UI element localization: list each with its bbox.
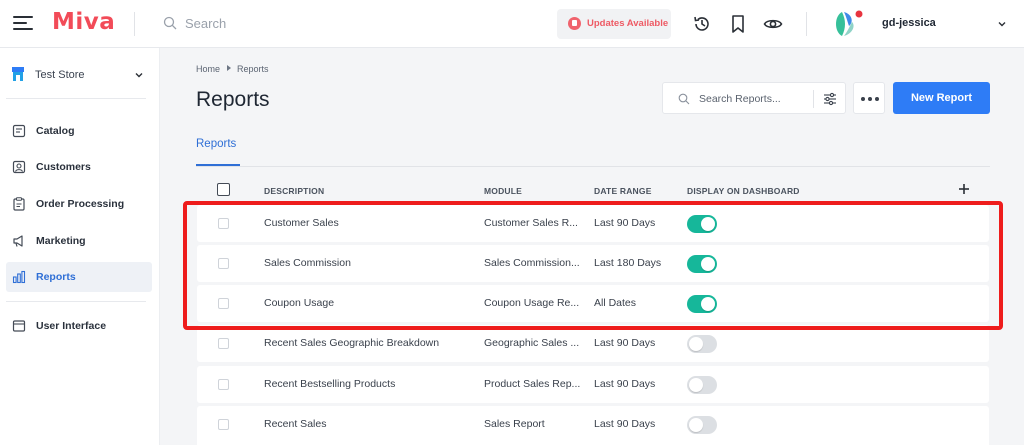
cell-module: Geographic Sales ... — [484, 337, 580, 349]
sidebar-item-user-interface[interactable]: User Interface — [6, 311, 152, 341]
sidebar-item-label: Reports — [36, 271, 76, 283]
updates-label: Updates Available — [587, 18, 669, 29]
divider — [813, 90, 814, 108]
display-on-dashboard-toggle[interactable] — [687, 416, 717, 434]
cell-date-range: Last 90 Days — [594, 418, 656, 430]
row-checkbox[interactable] — [218, 379, 229, 390]
avatar[interactable] — [832, 8, 866, 40]
breadcrumb: Home Reports — [196, 64, 269, 74]
eye-icon[interactable] — [763, 14, 783, 34]
sidebar-item-label: Order Processing — [36, 198, 125, 210]
more-options-button[interactable] — [853, 82, 885, 114]
chevron-right-icon — [227, 65, 232, 71]
cell-module: Product Sales Rep... — [484, 378, 581, 390]
store-icon — [12, 67, 24, 81]
divider — [196, 166, 990, 167]
divider — [134, 12, 135, 36]
sidebar: Test Store Catalog Customers Order Proce… — [0, 48, 160, 445]
customers-icon — [12, 160, 26, 174]
breadcrumb-current: Reports — [237, 64, 269, 74]
new-report-button[interactable]: New Report — [893, 82, 990, 114]
top-bar: Miva Search Updates Available gd-jessica — [0, 0, 1024, 48]
cell-date-range: Last 90 Days — [594, 337, 656, 349]
miva-logo[interactable]: Miva — [52, 9, 115, 35]
sidebar-item-label: User Interface — [36, 320, 107, 332]
toggle-knob — [689, 418, 703, 432]
sidebar-item-label: Marketing — [36, 235, 86, 247]
window-icon — [12, 320, 26, 332]
plus-icon[interactable] — [958, 183, 970, 195]
bookmark-icon[interactable] — [728, 14, 748, 34]
table-row[interactable]: Recent Bestselling Products Product Sale… — [197, 366, 989, 403]
dot — [861, 97, 865, 101]
sidebar-item-catalog[interactable]: Catalog — [6, 116, 152, 146]
display-on-dashboard-toggle[interactable] — [687, 376, 717, 394]
table-row[interactable]: Recent Sales Sales Report Last 90 Days — [197, 406, 989, 445]
column-header-display-on-dashboard[interactable]: DISPLAY ON DASHBOARD — [687, 186, 800, 196]
divider — [6, 98, 146, 99]
display-on-dashboard-toggle[interactable] — [687, 335, 717, 353]
row-checkbox[interactable] — [218, 419, 229, 430]
sidebar-item-label: Customers — [36, 161, 91, 173]
cell-description: Recent Sales Geographic Breakdown — [264, 337, 440, 349]
sidebar-item-order-processing[interactable]: Order Processing — [6, 189, 152, 219]
cell-description: Recent Sales — [264, 418, 327, 430]
toggle-knob — [689, 337, 703, 351]
username[interactable]: gd-jessica — [882, 17, 936, 29]
toggle-knob — [689, 378, 703, 392]
page-title: Reports — [196, 88, 270, 111]
clipboard-icon — [13, 197, 25, 211]
store-selector[interactable]: Test Store — [10, 66, 150, 86]
sidebar-item-label: Catalog — [36, 125, 75, 137]
search-icon — [163, 16, 177, 30]
megaphone-icon — [13, 235, 23, 247]
tab-reports[interactable]: Reports — [196, 138, 236, 150]
menu-icon[interactable] — [13, 15, 33, 31]
dot — [868, 97, 872, 101]
search-reports-input[interactable]: Search Reports... — [662, 82, 846, 114]
history-icon[interactable] — [692, 14, 712, 34]
select-all-checkbox[interactable] — [217, 183, 230, 196]
filter-sliders-icon[interactable] — [823, 92, 837, 106]
column-header-module[interactable]: MODULE — [484, 186, 522, 196]
sidebar-item-marketing[interactable]: Marketing — [6, 226, 152, 256]
updates-available-button[interactable]: Updates Available — [557, 9, 671, 39]
column-header-description[interactable]: DESCRIPTION — [264, 186, 324, 196]
search-icon — [678, 93, 690, 105]
lock-icon — [568, 17, 581, 30]
divider — [6, 301, 146, 302]
row-checkbox[interactable] — [218, 338, 229, 349]
column-header-date-range[interactable]: DATE RANGE — [594, 186, 652, 196]
sidebar-item-reports[interactable]: Reports — [6, 262, 152, 292]
breadcrumb-home-link[interactable]: Home — [196, 64, 220, 74]
dot — [875, 97, 879, 101]
search-reports-placeholder: Search Reports... — [699, 93, 781, 105]
chevron-down-icon[interactable] — [997, 19, 1007, 29]
table-row[interactable]: Recent Sales Geographic Breakdown Geogra… — [197, 325, 989, 362]
global-search-input[interactable]: Search — [185, 16, 226, 31]
sidebar-item-customers[interactable]: Customers — [6, 152, 152, 182]
store-label: Test Store — [35, 69, 85, 81]
cell-description: Recent Bestselling Products — [264, 378, 396, 390]
chevron-down-icon — [135, 73, 143, 78]
highlight-annotation-box — [183, 201, 1003, 330]
cell-module: Sales Report — [484, 418, 545, 430]
cell-date-range: Last 90 Days — [594, 378, 656, 390]
catalog-icon — [12, 124, 26, 138]
divider — [806, 12, 807, 36]
bar-chart-icon — [12, 270, 26, 284]
